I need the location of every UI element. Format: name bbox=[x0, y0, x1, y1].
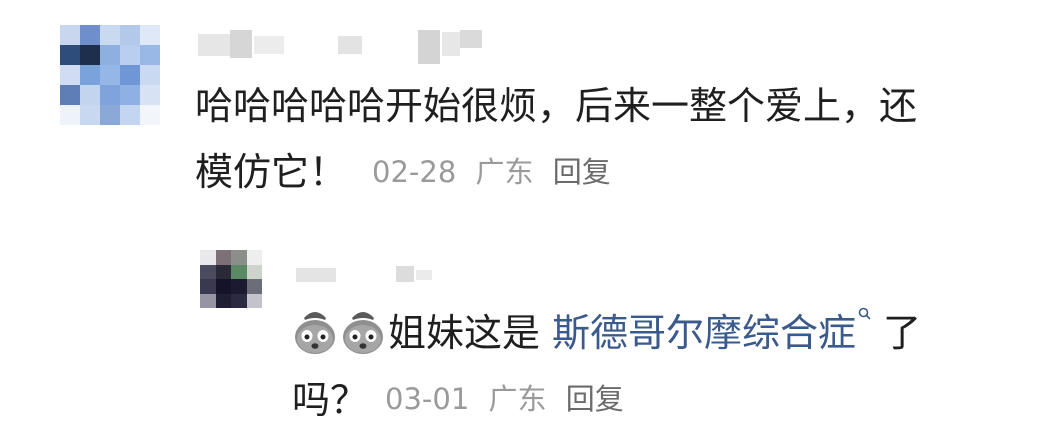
reply-text-suffix: 了 bbox=[883, 311, 922, 355]
comment-text-end: 模仿它！ bbox=[195, 150, 348, 194]
comment-meta: 02-28 广东 回复 bbox=[372, 158, 611, 187]
reply-text: 姐妹这是 斯德哥尔摩综合症 了 bbox=[292, 307, 922, 356]
sob-emoji-icon bbox=[343, 312, 383, 354]
comment-text: 哈哈哈哈哈开始很烦，后来一整个爱上，还 bbox=[195, 84, 918, 128]
reply-avatar[interactable] bbox=[200, 250, 262, 308]
topic-link[interactable]: 斯德哥尔摩综合症 bbox=[552, 314, 856, 352]
avatar[interactable] bbox=[60, 25, 160, 125]
reply-text-prefix: 姐妹这是 bbox=[388, 311, 541, 355]
reply-username-blurred[interactable] bbox=[296, 264, 456, 284]
sob-emoji-icon bbox=[295, 312, 335, 354]
reply-location: 广东 bbox=[488, 382, 547, 416]
reply-text-line2: 吗？ bbox=[292, 378, 369, 422]
reply-meta: 03-01 广东 回复 bbox=[385, 385, 624, 414]
reply-button[interactable]: 回复 bbox=[553, 155, 611, 189]
search-icon bbox=[858, 307, 871, 320]
reply-button[interactable]: 回复 bbox=[566, 382, 624, 416]
comment-date: 02-28 bbox=[372, 155, 457, 189]
comment-text-line2: 模仿它！ bbox=[195, 153, 347, 191]
reply-date: 03-01 bbox=[385, 382, 470, 416]
comment-location: 广东 bbox=[475, 155, 534, 189]
username-blurred[interactable] bbox=[198, 30, 498, 64]
